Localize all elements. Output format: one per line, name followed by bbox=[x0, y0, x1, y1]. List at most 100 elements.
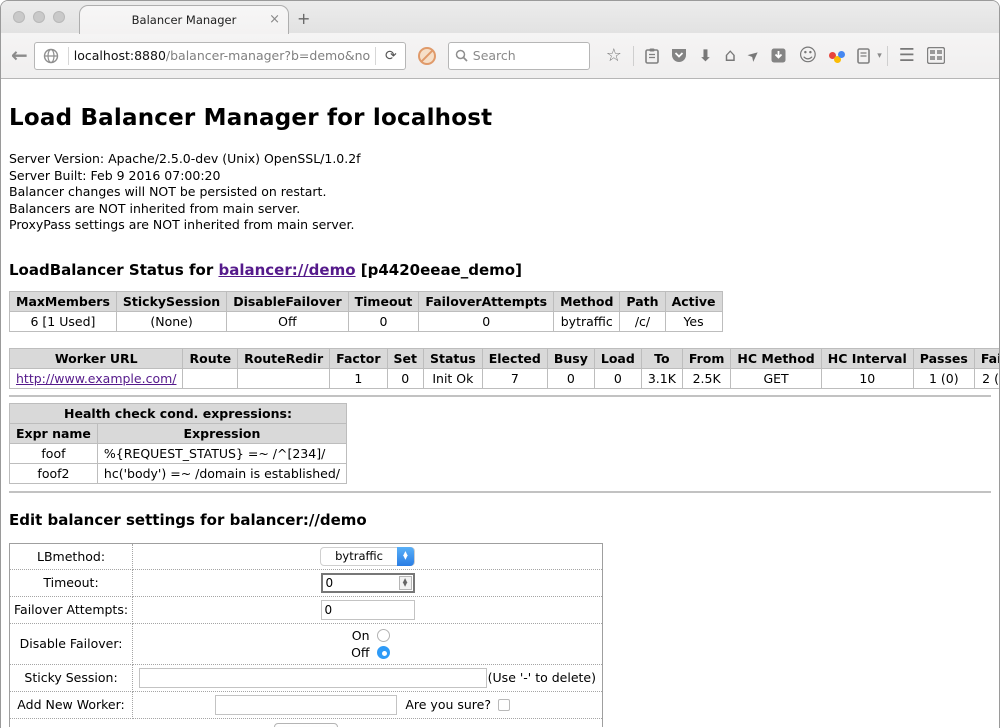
sticky-session-input[interactable] bbox=[139, 668, 487, 688]
are-you-sure-checkbox[interactable] bbox=[498, 699, 510, 711]
form-row-add-worker: Add New Worker: Are you sure? bbox=[10, 691, 603, 718]
col-maxmembers: MaxMembers bbox=[10, 291, 117, 311]
cell-failoverattempts: 0 bbox=[419, 311, 554, 331]
status-heading: LoadBalancer Status for balancer://demo … bbox=[9, 261, 991, 279]
url-path: /balancer-manager?b=demo&nonce=decc37be-… bbox=[166, 48, 370, 63]
number-spinner-icon[interactable]: ▲▼ bbox=[399, 576, 412, 590]
notes-icon[interactable] bbox=[857, 48, 870, 64]
sticky-session-cell: (Use '-' to delete) bbox=[133, 664, 603, 691]
col-set: Set bbox=[387, 348, 423, 368]
server-info: Server Version: Apache/2.5.0-dev (Unix) … bbox=[9, 151, 991, 234]
cell-routeredir bbox=[238, 368, 330, 388]
table-header-row: MaxMembers StickySession DisableFailover… bbox=[10, 291, 723, 311]
radio-off[interactable] bbox=[377, 646, 390, 659]
tab-title: Balancer Manager bbox=[132, 13, 237, 27]
radio-on[interactable] bbox=[377, 629, 390, 642]
close-window-button[interactable] bbox=[13, 11, 25, 23]
failover-attempts-input[interactable] bbox=[321, 600, 415, 620]
navigation-bar: ← localhost:8880/balancer-manager?b=demo… bbox=[1, 33, 999, 79]
tab-bar: Balancer Manager × + bbox=[1, 1, 999, 33]
balancer-link[interactable]: balancer://demo bbox=[218, 261, 355, 279]
save-to-device-icon[interactable] bbox=[771, 48, 786, 63]
url-separator bbox=[68, 47, 69, 65]
worker-url-link[interactable]: http://www.example.com/ bbox=[16, 371, 176, 386]
page-title: Load Balancer Manager for localhost bbox=[9, 105, 991, 131]
clipboard-icon[interactable] bbox=[645, 48, 659, 64]
select-stepper-icon: ▲▼ bbox=[397, 547, 414, 566]
cell-path: /c/ bbox=[620, 311, 665, 331]
add-worker-input[interactable] bbox=[215, 695, 397, 715]
smiley-icon[interactable]: ☺ bbox=[798, 47, 817, 65]
back-icon[interactable]: ← bbox=[7, 43, 34, 69]
col-hc-method: HC Method bbox=[731, 348, 821, 368]
failover-attempts-cell bbox=[133, 596, 603, 623]
divider bbox=[9, 491, 991, 493]
downloads-icon[interactable]: ⬇ bbox=[699, 48, 712, 64]
minimize-window-button[interactable] bbox=[33, 11, 45, 23]
col-busy: Busy bbox=[547, 348, 594, 368]
health-check-table: Health check cond. expressions: Expr nam… bbox=[9, 403, 347, 484]
cell-fails: 2 (0) bbox=[974, 368, 999, 388]
lbmethod-cell: bytraffic ▲▼ bbox=[133, 543, 603, 569]
notice-persist: Balancer changes will NOT be persisted o… bbox=[9, 184, 991, 201]
toolbar-icons: ☆ ⬇ ⌂ ➤ bbox=[600, 46, 951, 66]
divider bbox=[9, 395, 991, 397]
col-load: Load bbox=[594, 348, 641, 368]
lbmethod-select[interactable]: bytraffic ▲▼ bbox=[320, 547, 415, 566]
pocket-icon[interactable] bbox=[671, 48, 687, 63]
url-bar[interactable]: localhost:8880/balancer-manager?b=demo&n… bbox=[34, 42, 406, 70]
home-icon[interactable]: ⌂ bbox=[724, 47, 735, 65]
search-bar[interactable] bbox=[448, 42, 590, 70]
browser-window: Balancer Manager × + ← localhost:8880/ba… bbox=[0, 0, 1000, 728]
new-tab-button[interactable]: + bbox=[297, 9, 310, 28]
cell-hc-method: GET bbox=[731, 368, 821, 388]
submit-cell: Submit bbox=[10, 718, 603, 727]
search-input[interactable] bbox=[473, 48, 573, 63]
col-active: Active bbox=[665, 291, 722, 311]
bookmark-star-icon[interactable]: ☆ bbox=[606, 47, 622, 65]
toolbar-separator bbox=[633, 46, 634, 66]
col-expression: Expression bbox=[97, 423, 346, 443]
balancer-settings-form: LBmethod: bytraffic ▲▼ Timeout: ▲▼ bbox=[9, 543, 603, 728]
health-table-title: Health check cond. expressions: bbox=[10, 403, 347, 423]
balancer-status-table: MaxMembers StickySession DisableFailover… bbox=[9, 291, 723, 332]
cell-method: bytraffic bbox=[554, 311, 620, 331]
color-dots-icon[interactable] bbox=[829, 49, 845, 63]
disable-failover-label: Disable Failover: bbox=[10, 623, 133, 664]
status-prefix: LoadBalancer Status for bbox=[9, 261, 218, 279]
timeout-cell: ▲▼ bbox=[133, 569, 603, 596]
table-row: foof2 hc('body') =~ /domain is establish… bbox=[10, 463, 347, 483]
tab-close-icon[interactable]: × bbox=[269, 12, 280, 27]
cell-factor: 1 bbox=[330, 368, 387, 388]
window-controls bbox=[13, 11, 65, 23]
menu-icon[interactable]: ☰ bbox=[899, 47, 915, 65]
cell-disablefailover: Off bbox=[227, 311, 348, 331]
submit-button[interactable]: Submit bbox=[274, 723, 339, 728]
zoom-window-button[interactable] bbox=[53, 11, 65, 23]
cell-stickysession: (None) bbox=[116, 311, 226, 331]
blocked-content-icon[interactable] bbox=[418, 47, 436, 65]
chevron-down-icon[interactable]: ▾ bbox=[877, 51, 882, 61]
apps-grid-icon[interactable] bbox=[927, 47, 945, 64]
col-factor: Factor bbox=[330, 348, 387, 368]
reload-icon[interactable]: ⟳ bbox=[381, 48, 401, 64]
col-expr-name: Expr name bbox=[10, 423, 98, 443]
cell-set: 0 bbox=[387, 368, 423, 388]
cell-timeout: 0 bbox=[348, 311, 419, 331]
cell-hc-interval: 10 bbox=[821, 368, 913, 388]
send-icon[interactable]: ➤ bbox=[745, 46, 763, 64]
are-you-sure-label: Are you sure? bbox=[405, 697, 491, 712]
table-row: http://www.example.com/ 1 0 Init Ok 7 0 … bbox=[10, 368, 1000, 388]
col-disablefailover: DisableFailover bbox=[227, 291, 348, 311]
tab-balancer-manager[interactable]: Balancer Manager × bbox=[79, 5, 289, 34]
url-text[interactable]: localhost:8880/balancer-manager?b=demo&n… bbox=[74, 48, 370, 63]
table-row: 6 [1 Used] (None) Off 0 0 bytraffic /c/ … bbox=[10, 311, 723, 331]
form-row-disable-failover: Disable Failover: On Off bbox=[10, 623, 603, 664]
url-host: localhost:8880 bbox=[74, 48, 166, 63]
server-built: Server Built: Feb 9 2016 07:00:20 bbox=[9, 168, 991, 185]
globe-icon bbox=[43, 48, 59, 64]
cell-to: 3.1K bbox=[641, 368, 682, 388]
sticky-session-hint: (Use '-' to delete) bbox=[488, 670, 598, 685]
form-row-sticky-session: Sticky Session: (Use '-' to delete) bbox=[10, 664, 603, 691]
sticky-session-label: Sticky Session: bbox=[10, 664, 133, 691]
